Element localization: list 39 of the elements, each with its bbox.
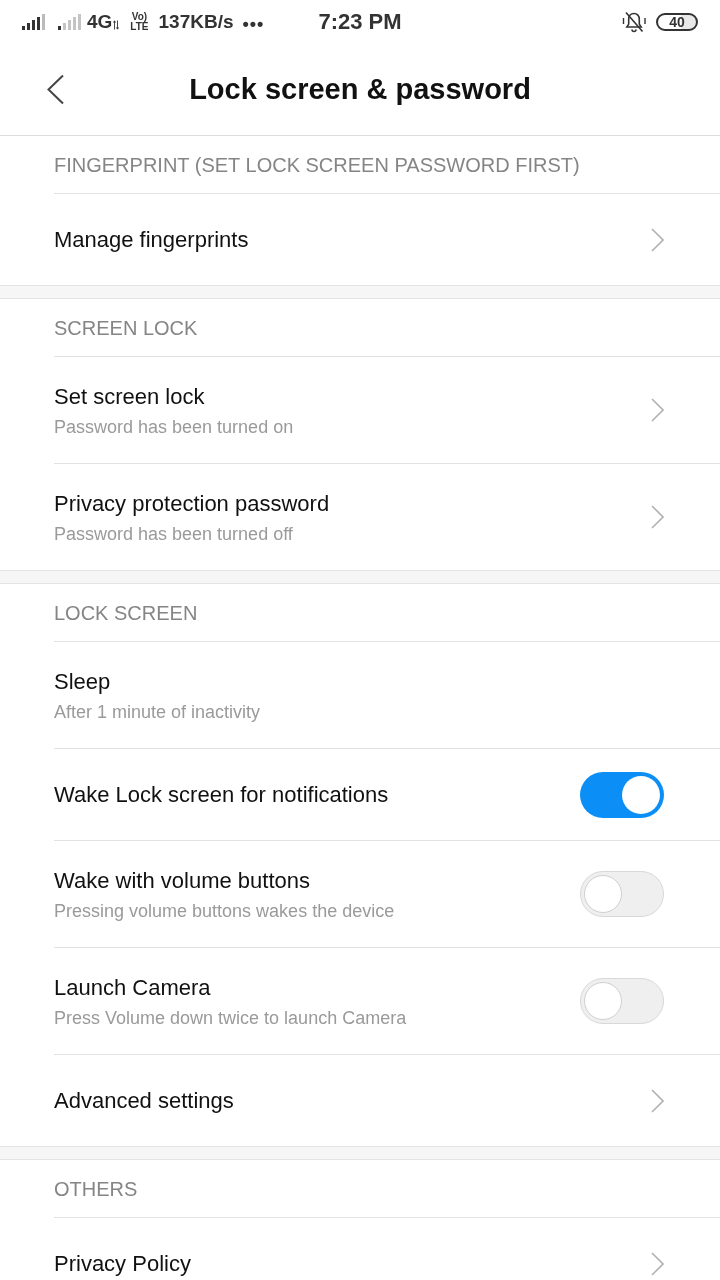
- volte-label: Vo): [131, 12, 148, 22]
- setting-description: Password has been turned on: [54, 415, 294, 438]
- muted-bell-icon: [622, 10, 646, 34]
- setting-description: After 1 minute of inactivity: [54, 700, 261, 723]
- signal-icon: [22, 14, 46, 30]
- network-type-label: 4G: [87, 11, 113, 33]
- setting-title[interactable]: Sleep: [54, 667, 111, 696]
- data-arrows-icon: [113, 20, 120, 30]
- toggle-switch[interactable]: [580, 978, 664, 1024]
- battery-indicator: 40: [656, 13, 698, 31]
- setting-title: Wake with volume buttons: [54, 866, 310, 895]
- setting-description: Password has been turned off: [54, 522, 293, 545]
- section-header: FINGERPRINT (SET LOCK SCREEN PASSWORD FIRST): [54, 154, 580, 177]
- clock-time: 7:23 PM: [318, 9, 402, 35]
- page-title: Lock screen & password: [189, 73, 531, 106]
- chevron-icon[interactable]: [651, 1251, 664, 1276]
- section-header: LOCK SCREEN: [54, 602, 198, 625]
- chevron-icon[interactable]: [651, 398, 664, 422]
- chevron-icon[interactable]: [651, 227, 664, 252]
- setting-description: Pressing volume buttons wakes the device: [54, 899, 395, 922]
- lte-label: LTE: [130, 22, 149, 32]
- signal-icon: [58, 14, 82, 30]
- section-header: SCREEN LOCK: [54, 317, 198, 340]
- setting-title[interactable]: Privacy protection password: [54, 489, 330, 518]
- setting-title[interactable]: Manage fingerprints: [54, 225, 249, 254]
- section-header: OTHERS: [54, 1178, 138, 1201]
- setting-title: Launch Camera: [54, 973, 211, 1002]
- setting-description: Press Volume down twice to launch Camera: [54, 1006, 407, 1029]
- chevron-icon[interactable]: [651, 505, 664, 529]
- setting-title[interactable]: Set screen lock: [54, 382, 205, 411]
- more-notifications-indicator: •••: [242, 13, 265, 35]
- setting-title: Wake Lock screen for notifications: [54, 780, 389, 809]
- toggle-switch[interactable]: [580, 871, 664, 917]
- setting-title[interactable]: Advanced settings: [54, 1086, 234, 1115]
- setting-title[interactable]: Privacy Policy: [54, 1249, 191, 1278]
- chevron-icon[interactable]: [651, 1088, 664, 1113]
- toggle-switch[interactable]: [580, 771, 664, 818]
- network-speed: 137KB/s: [158, 11, 234, 33]
- back-icon[interactable]: [46, 74, 65, 105]
